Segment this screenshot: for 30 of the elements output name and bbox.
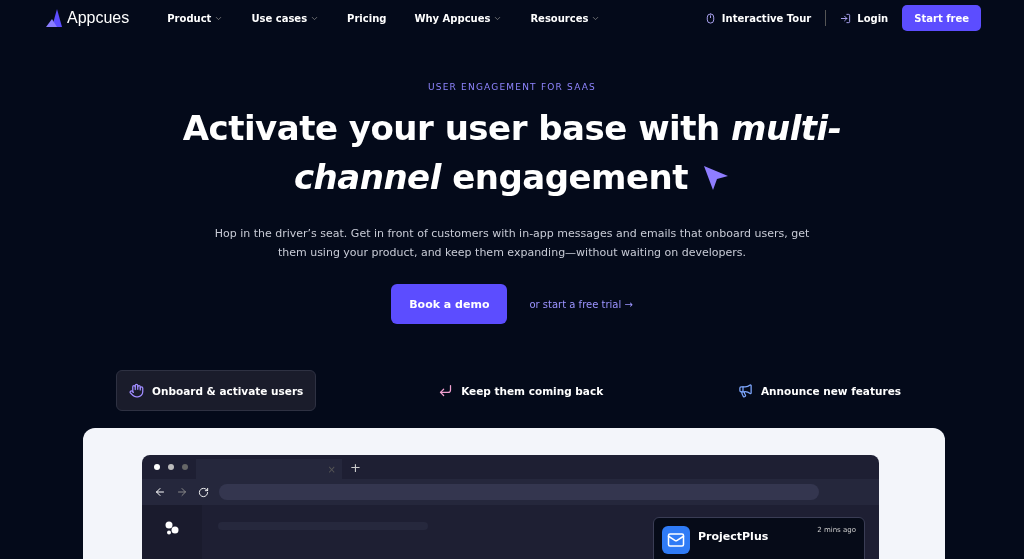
new-tab-button[interactable]: + (350, 459, 361, 475)
feature-tab[interactable]: Announce new features (725, 370, 914, 411)
logo-icon (46, 9, 62, 27)
nav-link[interactable]: Pricing (347, 12, 387, 24)
megaphone-icon (738, 383, 753, 398)
forward-icon[interactable] (176, 486, 188, 498)
mail-icon (662, 526, 690, 554)
login-icon (840, 12, 852, 24)
reload-icon[interactable] (198, 486, 209, 498)
hero-description: Hop in the driver’s seat. Get in front of customers with in-app messages and emails that onboard users, get them using your product, and keep them expanding—without waiting on developers. (213, 226, 811, 261)
nav-link[interactable]: Use cases (251, 12, 320, 24)
nav-link[interactable]: Product (167, 12, 224, 24)
notification-title: ProjectPlus (698, 530, 769, 545)
brand-name: Appcues (67, 9, 130, 27)
feature-tab[interactable]: Keep them coming back (425, 370, 617, 411)
eyebrow-text: USER ENGAGEMENT FOR SAAS (428, 82, 596, 92)
book-demo-button[interactable]: Book a demo (391, 284, 508, 324)
app-logo-icon (165, 521, 179, 535)
nav-link[interactable]: Resources (530, 12, 601, 24)
login-link[interactable]: Login (840, 12, 889, 24)
mouse-icon (704, 12, 716, 24)
nav-link[interactable]: Why Appcues (414, 12, 503, 24)
hand-icon (129, 383, 144, 398)
feature-tab[interactable]: Onboard & activate users (116, 370, 317, 411)
headline: Activate your user base with multi- channel engagement (182, 107, 842, 199)
back-icon[interactable] (154, 486, 166, 498)
interactive-tour-link[interactable]: Interactive Tour (704, 12, 812, 24)
enter-key-icon (438, 383, 454, 398)
start-free-button[interactable]: Start free (902, 5, 981, 31)
free-trial-link[interactable]: or start a free trial → (529, 298, 633, 310)
